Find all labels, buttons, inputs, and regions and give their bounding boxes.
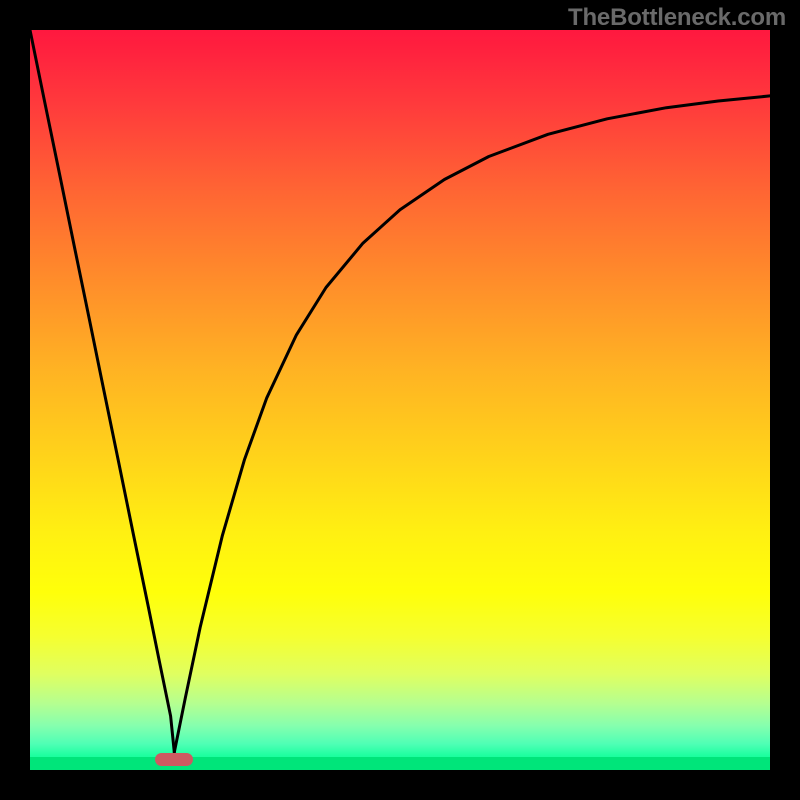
watermark-label: TheBottleneck.com [568, 4, 786, 32]
plot-border-bottom [0, 770, 800, 800]
curve-left-segment [30, 30, 174, 752]
bottleneck-curve [30, 30, 770, 770]
plot-border-left [0, 0, 30, 800]
plot-area [30, 30, 770, 770]
plot-border-right [770, 0, 800, 800]
optimal-marker [155, 753, 193, 766]
chart-frame: TheBottleneck.com [0, 0, 800, 800]
curve-right-segment [174, 96, 770, 752]
